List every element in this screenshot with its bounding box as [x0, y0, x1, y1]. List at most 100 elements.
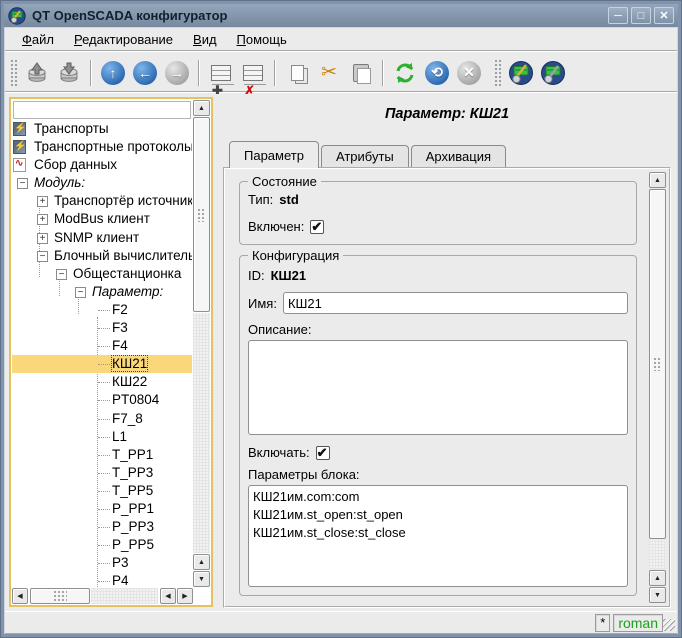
tree-item[interactable]: P_PP3 — [12, 518, 192, 536]
tree-item[interactable]: −Параметр: — [12, 283, 192, 301]
description-textarea[interactable] — [248, 340, 628, 435]
stop-updating-button[interactable]: ✕ — [454, 58, 484, 88]
tree-vertical-scrollbar[interactable]: ▲ ▲ ▼ — [193, 100, 210, 587]
tree-item-label: SNMP клиент — [54, 230, 139, 245]
tree-vscroll-trough[interactable] — [193, 313, 210, 553]
tree-hscroll-trough[interactable] — [91, 588, 158, 604]
enabled-checkbox[interactable] — [310, 220, 324, 234]
tree-item[interactable]: Транспортные протоколы — [12, 138, 192, 156]
panel-splitter[interactable] — [213, 94, 221, 610]
tree-hscroll-thumb[interactable] — [30, 588, 90, 604]
tab-attributes[interactable]: Атрибуты — [321, 145, 409, 168]
scroll-up-icon[interactable]: ▲ — [193, 554, 210, 570]
modified-flag: * — [595, 614, 610, 632]
scroll-down-icon[interactable]: ▼ — [649, 587, 666, 603]
tab-bar: Параметр Атрибуты Архивация — [229, 141, 508, 168]
scroll-up-icon[interactable]: ▲ — [193, 100, 210, 116]
id-label: ID: — [248, 268, 265, 283]
tree-item[interactable]: F4 — [12, 337, 192, 355]
tree-item[interactable]: PT0804 — [12, 391, 192, 409]
copy-item-button[interactable] — [282, 58, 312, 88]
tree-item[interactable]: T_PP3 — [12, 464, 192, 482]
tree-item[interactable]: −Общестанционка — [12, 265, 192, 283]
menu-file[interactable]: Файл — [13, 30, 63, 49]
vca-runtime-button[interactable] — [538, 58, 568, 88]
tree-item[interactable]: T_PP1 — [12, 446, 192, 464]
tree-item[interactable]: −Блочный вычислитель — [12, 247, 192, 265]
tree-item[interactable]: P_PP5 — [12, 536, 192, 554]
expander-minus-icon[interactable]: − — [17, 178, 28, 189]
tab-parameter[interactable]: Параметр — [229, 141, 319, 168]
name-input[interactable] — [283, 292, 628, 314]
tree-item[interactable]: Сбор данных — [12, 156, 192, 174]
window-title: QT OpenSCADA конфигуратор — [32, 8, 608, 23]
tree-item[interactable]: F3 — [12, 319, 192, 337]
scroll-up-icon[interactable]: ▲ — [649, 172, 666, 188]
panel-vscroll-trough[interactable] — [649, 540, 666, 569]
save-to-db-button[interactable] — [54, 58, 84, 88]
tree-item-label: ModBus клиент — [54, 211, 150, 226]
tab-archiving[interactable]: Архивация — [411, 145, 506, 168]
load-from-db-button[interactable] — [22, 58, 52, 88]
tree-item[interactable]: −Модуль: — [12, 174, 192, 192]
tree-item[interactable]: Транспорты — [12, 120, 192, 138]
tree-item[interactable]: P4 — [12, 572, 192, 587]
minimize-button[interactable]: ─ — [608, 7, 628, 24]
enable-checkbox[interactable] — [316, 446, 330, 460]
tree-item[interactable]: КШ21 — [12, 355, 192, 373]
scroll-left-icon[interactable]: ◀ — [12, 588, 28, 604]
tree-vscroll-thumb[interactable] — [193, 117, 210, 312]
toolbar-handle[interactable] — [495, 60, 501, 86]
go-up-button[interactable]: ↑ — [98, 58, 128, 88]
tree-horizontal-scrollbar[interactable]: ◀ ◀ ▶ — [12, 588, 210, 604]
enable-label: Включать: — [248, 445, 310, 460]
expander-plus-icon[interactable]: + — [37, 196, 48, 207]
paste-item-button[interactable] — [346, 58, 376, 88]
tree-item[interactable]: +Транспортёр источников — [12, 192, 192, 210]
tree-item[interactable]: F7_8 — [12, 410, 192, 428]
close-button[interactable]: ✕ — [654, 7, 674, 24]
go-back-button[interactable]: ← — [130, 58, 160, 88]
copy-item-icon — [291, 65, 304, 81]
parameter-panel: Параметр: КШ21 Параметр Атрибуты Архивац… — [221, 94, 673, 610]
tree-item[interactable]: КШ22 — [12, 373, 192, 391]
panel-vertical-scrollbar[interactable]: ▲ ▲ ▼ — [649, 172, 666, 603]
navigation-tree[interactable]: ТранспортыТранспортные протоколыСбор дан… — [9, 97, 213, 607]
scroll-up-icon[interactable]: ▲ — [649, 570, 666, 586]
tree-item[interactable]: + SNMP клиент — [12, 229, 192, 247]
expander-minus-icon[interactable]: − — [56, 269, 67, 280]
resize-grip[interactable] — [663, 619, 675, 631]
add-item-button[interactable]: ✚ — [206, 58, 236, 88]
delete-item-button[interactable]: ✗ — [238, 58, 268, 88]
scroll-left-icon[interactable]: ◀ — [160, 588, 176, 604]
expander-plus-icon[interactable]: + — [37, 214, 48, 225]
menu-edit[interactable]: Редактирование — [65, 30, 182, 49]
tree-item[interactable]: T_PP5 — [12, 482, 192, 500]
tree-item[interactable]: + ModBus клиент — [12, 210, 192, 228]
expander-minus-icon[interactable]: − — [75, 287, 86, 298]
maximize-button[interactable]: □ — [631, 7, 651, 24]
scroll-right-icon[interactable]: ▶ — [177, 588, 193, 604]
toolbar-handle[interactable] — [11, 60, 17, 86]
start-updating-button[interactable]: ⟲ — [422, 58, 452, 88]
tree-item[interactable]: P3 — [12, 554, 192, 572]
main-window: QT OpenSCADA конфигуратор ─ □ ✕ Файл Ред… — [0, 0, 682, 638]
panel-vscroll-thumb[interactable] — [649, 189, 666, 539]
delete-item-icon: ✗ — [243, 65, 263, 81]
menu-help[interactable]: Помощь — [228, 30, 296, 49]
go-forward-button[interactable]: → — [162, 58, 192, 88]
tree-item[interactable]: F2 — [12, 301, 192, 319]
tree-item[interactable]: P_PP1 — [12, 500, 192, 518]
daq-icon — [13, 158, 26, 172]
expander-plus-icon[interactable]: + — [37, 233, 48, 244]
enabled-label: Включен: — [248, 219, 304, 234]
scroll-down-icon[interactable]: ▼ — [193, 571, 210, 587]
expander-minus-icon[interactable]: − — [37, 251, 48, 262]
title-bar[interactable]: QT OpenSCADA конфигуратор ─ □ ✕ — [4, 4, 678, 27]
vca-engine-button[interactable] — [506, 58, 536, 88]
refresh-button[interactable] — [390, 58, 420, 88]
cut-item-button[interactable]: ✂ — [314, 58, 344, 88]
block-params-textarea[interactable]: КШ21им.com:com КШ21им.st_open:st_open КШ… — [248, 485, 628, 587]
tree-item[interactable]: L1 — [12, 428, 192, 446]
menu-view[interactable]: Вид — [184, 30, 226, 49]
